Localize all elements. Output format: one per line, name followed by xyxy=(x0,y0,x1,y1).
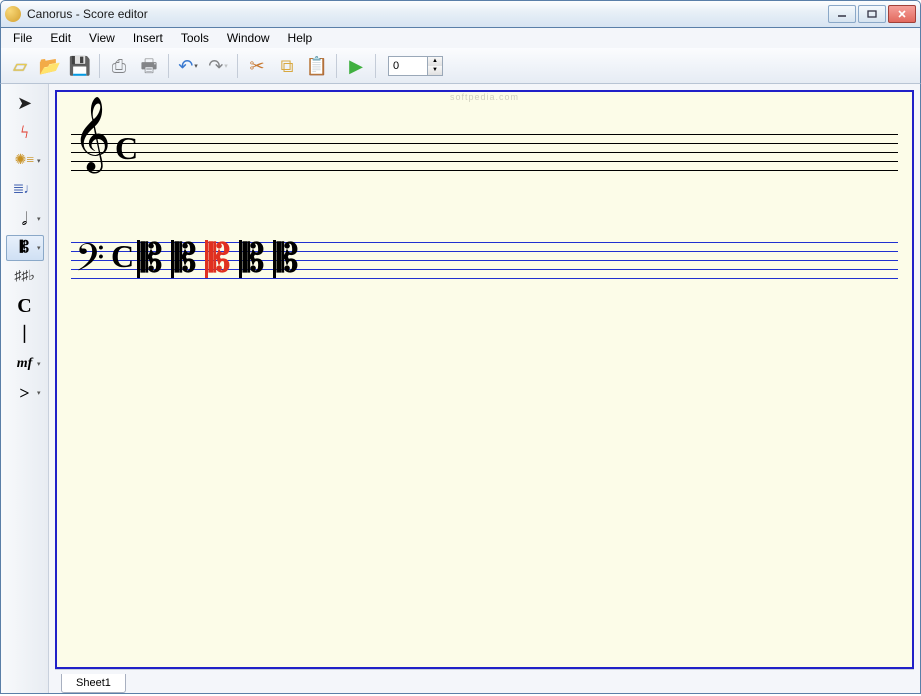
staff-icon: ≣♩ xyxy=(13,183,37,197)
alto-clef-insertion[interactable]: 𝄡 xyxy=(239,237,264,281)
print-icon: 🖶 xyxy=(141,57,158,75)
separator xyxy=(237,54,238,78)
note-duration-button[interactable]: 𝅗𝅥▾ xyxy=(6,206,44,232)
folder-open-icon: 📂 xyxy=(39,57,61,75)
watermark-text: softpedia.com xyxy=(450,92,519,102)
sheet-tabs: Sheet1 xyxy=(55,669,914,693)
separator xyxy=(375,54,376,78)
sharp-flat-icon: ♯♯♭ xyxy=(14,270,35,284)
minimize-button[interactable] xyxy=(828,5,856,23)
transpose-value-input[interactable] xyxy=(388,56,428,76)
score-canvas[interactable]: softpedia.com 𝄞 C 𝄢 C 𝄡 xyxy=(55,90,914,669)
save-icon: 💾 xyxy=(69,57,91,75)
separator xyxy=(99,54,100,78)
save-button[interactable]: 💾 xyxy=(67,53,93,79)
title-bar: Canorus - Score editor xyxy=(0,0,921,28)
redo-button[interactable]: ↷▾ xyxy=(205,53,231,79)
redo-icon: ↷ xyxy=(208,57,223,75)
separator xyxy=(168,54,169,78)
alto-clef-insertion[interactable]: 𝄡 xyxy=(137,237,162,281)
main-toolbar: ▱ 📂 💾 ⎙ 🖶 ↶▾ ↷▾ ✂ ⧉ 📋 ▶ ▲ ▼ xyxy=(0,48,921,84)
time-signature-button[interactable]: C xyxy=(6,293,44,319)
staff-bass[interactable]: 𝄢 C 𝄡 𝄡 𝄡 𝄡 𝄡 xyxy=(71,242,898,280)
copy-button[interactable]: ⧉ xyxy=(274,53,300,79)
common-time-icon: C xyxy=(17,296,31,316)
alto-clef-icon: 𝄡 xyxy=(20,240,29,256)
barline-icon: 𝄀 xyxy=(24,324,25,346)
menu-bar: File Edit View Insert Tools Window Help xyxy=(0,28,921,48)
spinner-down-button[interactable]: ▼ xyxy=(428,66,442,75)
select-tool-button[interactable]: ➤ xyxy=(6,90,44,116)
half-note-icon: 𝅗𝅥 xyxy=(22,210,28,228)
dynamic-tool-button[interactable]: mf▾ xyxy=(6,351,44,377)
copy-icon: ⧉ xyxy=(281,57,294,75)
new-document-icon: ▱ xyxy=(13,57,27,75)
maximize-button[interactable] xyxy=(858,5,886,23)
play-icon: ▶ xyxy=(349,57,363,75)
sparkle-staff-icon: ✺≡ xyxy=(15,154,35,168)
separator xyxy=(336,54,337,78)
time-signature-common: C xyxy=(115,130,138,167)
accent-icon: > xyxy=(19,384,29,402)
dynamic-mf-icon: mf xyxy=(17,357,33,371)
undo-icon: ↶ xyxy=(178,57,193,75)
score-pane: softpedia.com 𝄞 C 𝄢 C 𝄡 xyxy=(49,84,920,693)
play-button[interactable]: ▶ xyxy=(343,53,369,79)
open-button[interactable]: 📂 xyxy=(37,53,63,79)
barline-tool-button[interactable]: 𝄀 xyxy=(6,322,44,348)
menu-edit[interactable]: Edit xyxy=(42,29,79,47)
menu-file[interactable]: File xyxy=(5,29,40,47)
staff-tool-button[interactable]: ≣♩ xyxy=(6,177,44,203)
clef-tool-button[interactable]: 𝄡▾ xyxy=(6,235,44,261)
close-button[interactable] xyxy=(888,5,916,23)
treble-clef-icon: 𝄞 xyxy=(73,112,111,157)
print-button[interactable]: 🖶 xyxy=(136,53,162,79)
menu-tools[interactable]: Tools xyxy=(173,29,217,47)
accent-tool-button[interactable]: >▾ xyxy=(6,380,44,406)
staff-treble[interactable]: 𝄞 C xyxy=(71,134,898,172)
erase-tool-button[interactable]: ϟ xyxy=(6,119,44,145)
spinner-up-button[interactable]: ▲ xyxy=(428,57,442,66)
cursor-icon: ➤ xyxy=(17,94,32,112)
scissors-icon: ✂ xyxy=(249,57,264,75)
menu-view[interactable]: View xyxy=(81,29,123,47)
window-title: Canorus - Score editor xyxy=(27,7,828,21)
undo-button[interactable]: ↶▾ xyxy=(175,53,201,79)
alto-clef-insertion[interactable]: 𝄡 xyxy=(273,237,298,281)
accidental-tool-button[interactable]: ♯♯♭ xyxy=(6,264,44,290)
pdf-icon: ⎙ xyxy=(112,57,126,75)
paste-icon: 📋 xyxy=(306,57,328,75)
sheet-tab[interactable]: Sheet1 xyxy=(61,674,126,693)
menu-insert[interactable]: Insert xyxy=(125,29,171,47)
transpose-spinner: ▲ ▼ xyxy=(388,56,443,76)
menu-help[interactable]: Help xyxy=(280,29,321,47)
window-controls xyxy=(828,5,916,23)
alto-clef-insertion[interactable]: 𝄡 xyxy=(171,237,196,281)
menu-window[interactable]: Window xyxy=(219,29,278,47)
side-toolbar: ➤ ϟ ✺≡▾ ≣♩ 𝅗𝅥▾ 𝄡▾ ♯♯♭ C 𝄀 mf▾ >▾ xyxy=(1,84,49,693)
time-signature-common: C xyxy=(111,238,134,275)
lightning-icon: ϟ xyxy=(20,123,28,141)
alto-clef-insertion-selected[interactable]: 𝄡 xyxy=(205,237,230,281)
context-tool-button[interactable]: ✺≡▾ xyxy=(6,148,44,174)
paste-button[interactable]: 📋 xyxy=(304,53,330,79)
bass-clef-icon: 𝄢 xyxy=(75,236,105,291)
cut-button[interactable]: ✂ xyxy=(244,53,270,79)
new-document-button[interactable]: ▱ xyxy=(7,53,33,79)
export-pdf-button[interactable]: ⎙ xyxy=(106,53,132,79)
app-icon xyxy=(5,6,21,22)
